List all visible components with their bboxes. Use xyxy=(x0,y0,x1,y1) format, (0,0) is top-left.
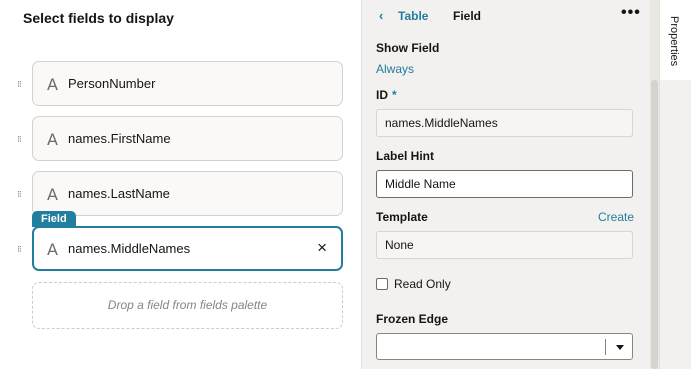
frozen-edge-select[interactable] xyxy=(376,333,633,360)
fields-panel: Select fields to display ⁝⁝ A PersonNumb… xyxy=(0,0,360,369)
template-label: Template xyxy=(376,210,428,224)
label-hint-input[interactable]: Middle Name xyxy=(376,170,633,198)
create-template-link[interactable]: Create xyxy=(598,210,634,224)
dropzone-hint: Drop a field from fields palette xyxy=(107,298,268,312)
list-item[interactable]: ⁝⁝ A PersonNumber xyxy=(0,61,360,107)
show-field-link[interactable]: Always xyxy=(376,62,414,76)
text-type-icon: A xyxy=(47,185,58,204)
tab-properties-label[interactable]: Properties xyxy=(668,16,680,66)
read-only-label[interactable]: Read Only xyxy=(394,277,451,291)
field-card-first-name[interactable]: A names.FirstName xyxy=(32,116,343,161)
frozen-edge-label: Frozen Edge xyxy=(376,312,449,326)
drag-handle-icon[interactable]: ⁝⁝ xyxy=(17,135,22,144)
required-indicator: * xyxy=(392,88,397,102)
drag-handle-icon[interactable]: ⁝⁝ xyxy=(17,245,22,254)
drag-handle-icon[interactable]: ⁝⁝ xyxy=(17,80,22,89)
chevron-down-icon[interactable] xyxy=(616,345,624,350)
field-dropzone[interactable]: Drop a field from fields palette xyxy=(32,282,343,329)
breadcrumb-table-link[interactable]: Table xyxy=(398,9,428,23)
drag-handle-icon[interactable]: ⁝⁝ xyxy=(17,190,22,199)
select-divider xyxy=(605,339,606,355)
field-label: names.MiddleNames xyxy=(68,241,191,256)
show-field-label: Show Field xyxy=(376,41,440,55)
list-item[interactable]: ⁝⁝ A names.MiddleNames × xyxy=(0,226,360,272)
field-card-person-number[interactable]: A PersonNumber xyxy=(32,61,343,106)
text-type-icon: A xyxy=(47,240,58,259)
selected-field-tag: Field xyxy=(32,211,76,227)
label-hint-label: Label Hint xyxy=(376,149,435,163)
field-card-last-name[interactable]: A names.LastName xyxy=(32,171,343,216)
back-chevron-icon[interactable]: ‹ xyxy=(379,8,383,23)
scrollbar-thumb[interactable] xyxy=(651,80,658,369)
field-label: names.FirstName xyxy=(68,131,171,146)
read-only-checkbox[interactable] xyxy=(376,278,388,290)
field-label: names.LastName xyxy=(68,186,170,201)
text-type-icon: A xyxy=(47,130,58,149)
id-field[interactable]: names.MiddleNames xyxy=(376,109,633,137)
template-field[interactable]: None xyxy=(376,231,633,259)
more-options-icon[interactable]: ••• xyxy=(621,4,641,22)
remove-field-icon[interactable]: × xyxy=(317,238,327,258)
panel-title: Select fields to display xyxy=(23,10,174,26)
field-label: PersonNumber xyxy=(68,76,156,91)
list-item[interactable]: ⁝⁝ A names.FirstName xyxy=(0,116,360,162)
field-card-middle-names[interactable]: A names.MiddleNames × xyxy=(32,226,343,271)
text-type-icon: A xyxy=(47,75,58,94)
properties-scrollbar[interactable] xyxy=(650,0,659,369)
breadcrumb-current: Field xyxy=(453,9,482,23)
id-label: ID * xyxy=(376,88,397,102)
